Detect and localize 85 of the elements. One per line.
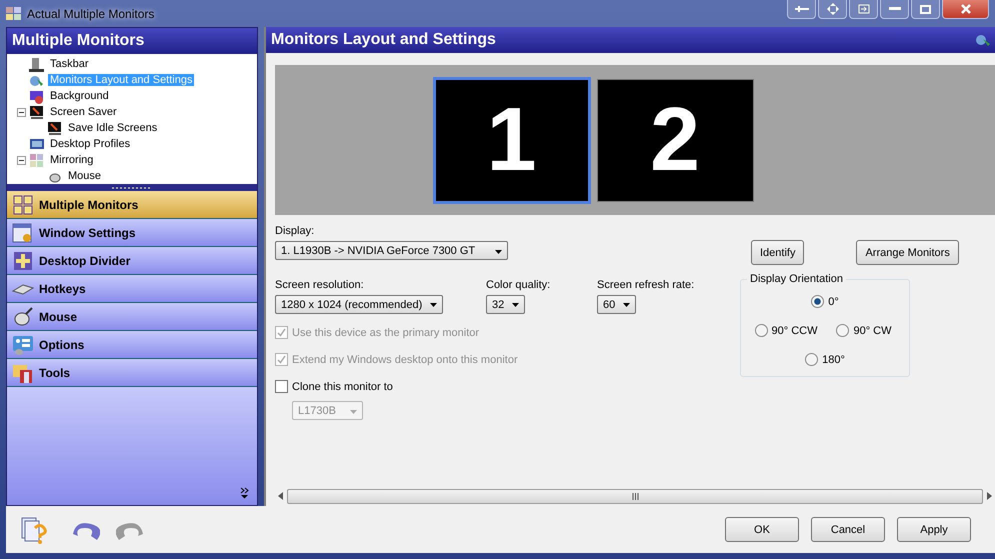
globe-icon (975, 32, 991, 48)
tree-item[interactable]: Background (48, 90, 111, 102)
monitor-icon (29, 136, 45, 152)
minimize-icon (888, 7, 900, 11)
display-dropdown[interactable]: 1. L1930B -> NVIDIA GeForce 7300 GT (275, 241, 508, 260)
tree-item[interactable]: Desktop Profiles (48, 138, 132, 150)
ok-button[interactable]: OK (725, 517, 799, 542)
radio-button[interactable] (836, 324, 850, 337)
monitor-tile[interactable]: 2 (596, 78, 754, 202)
apply-button[interactable]: Apply (897, 517, 971, 542)
radio-label: 90° CCW (772, 324, 818, 336)
field-label: Screen refresh rate: (597, 279, 696, 291)
display-label: Display: (275, 225, 316, 237)
caret-icon (512, 302, 520, 306)
monitor-icon (29, 88, 45, 104)
monitor-icon (29, 104, 45, 120)
field-label: Screen resolution: (275, 279, 365, 291)
window-title: Actual Multiple Monitors (27, 6, 154, 20)
nav-item[interactable]: Mouse (7, 303, 257, 331)
nav-item[interactable]: Desktop Divider (7, 247, 257, 275)
checkbox-label: Clone this monitor to (292, 380, 393, 392)
caret-icon (495, 250, 502, 254)
tree-item[interactable]: Save Idle Screens (66, 122, 160, 134)
collapse-icon[interactable] (17, 156, 26, 164)
tree-item[interactable]: Mouse (66, 170, 104, 182)
nav-item[interactable]: Options (7, 331, 257, 359)
scrollbar-thumb[interactable] (287, 488, 983, 504)
move-button[interactable] (818, 0, 847, 19)
checkbox-label: Use this device as the primary monitor (292, 326, 480, 338)
minimize-button[interactable] (880, 0, 909, 19)
identify-button[interactable]: Identify (751, 240, 804, 265)
checkbox[interactable] (275, 380, 288, 393)
close-button[interactable] (942, 0, 989, 19)
scroll-right-icon[interactable] (985, 492, 993, 500)
collapse-icon[interactable] (17, 108, 26, 116)
arrow-box-icon (858, 4, 870, 14)
radio-label: 90° CW (853, 324, 892, 336)
radio-button[interactable] (754, 324, 768, 337)
pin-icon (794, 5, 808, 13)
mouse-icon (12, 306, 34, 328)
send-to-monitor-button[interactable] (849, 0, 878, 19)
scroll-left-icon[interactable] (277, 492, 285, 500)
nav-item[interactable]: Window Settings (7, 219, 257, 247)
radio-button[interactable] (805, 353, 818, 366)
section-title: Monitors Layout and Settings (271, 31, 496, 49)
dropdown[interactable]: 60 (597, 295, 636, 314)
grid-icon (12, 194, 34, 216)
divider-icon (12, 250, 34, 272)
tower-icon (29, 56, 45, 72)
tree-item[interactable]: Mirroring (48, 154, 96, 166)
group-title: Display Orientation (749, 273, 844, 285)
radio-button[interactable] (811, 295, 824, 308)
checkmark-icon (277, 355, 286, 364)
dropdown[interactable]: 32 (486, 295, 526, 314)
tree-item[interactable]: Taskbar (48, 58, 91, 70)
nav-item[interactable]: Hotkeys (7, 275, 257, 303)
maximize-button[interactable] (911, 0, 940, 19)
checkmark-icon (277, 328, 286, 337)
tree-item[interactable]: Screen Saver (48, 106, 119, 118)
nav-item[interactable]: Tools (7, 359, 257, 387)
help-icon[interactable] (20, 514, 50, 544)
caret-icon (430, 302, 438, 306)
grid-icon (29, 152, 45, 168)
monitor-icon (47, 120, 63, 136)
app-icon (6, 7, 21, 20)
caret-icon (350, 410, 357, 414)
grip-icon (632, 492, 638, 500)
dropdown[interactable]: 1280 x 1024 (recommended) (275, 295, 444, 314)
arrange-button[interactable]: Arrange Monitors (856, 240, 959, 265)
options-icon (12, 334, 34, 356)
more-chevron-icon[interactable] (240, 487, 249, 499)
field-label: Color quality: (486, 279, 552, 291)
caret-icon (623, 302, 630, 306)
move-icon (826, 3, 838, 15)
checkbox-label: Extend my Windows desktop onto this monitor (292, 354, 518, 366)
window-icon (12, 222, 34, 244)
close-icon (960, 4, 970, 14)
monitor-tile[interactable]: 1 (432, 76, 590, 204)
maximize-icon (920, 4, 931, 14)
pin-button[interactable] (787, 0, 816, 19)
cancel-button[interactable]: Cancel (811, 517, 885, 542)
nav-item[interactable]: Multiple Monitors (7, 191, 257, 219)
radio-label: 0° (828, 296, 839, 308)
radio-label: 180° (822, 354, 845, 366)
panel-title: Multiple Monitors (7, 28, 257, 54)
